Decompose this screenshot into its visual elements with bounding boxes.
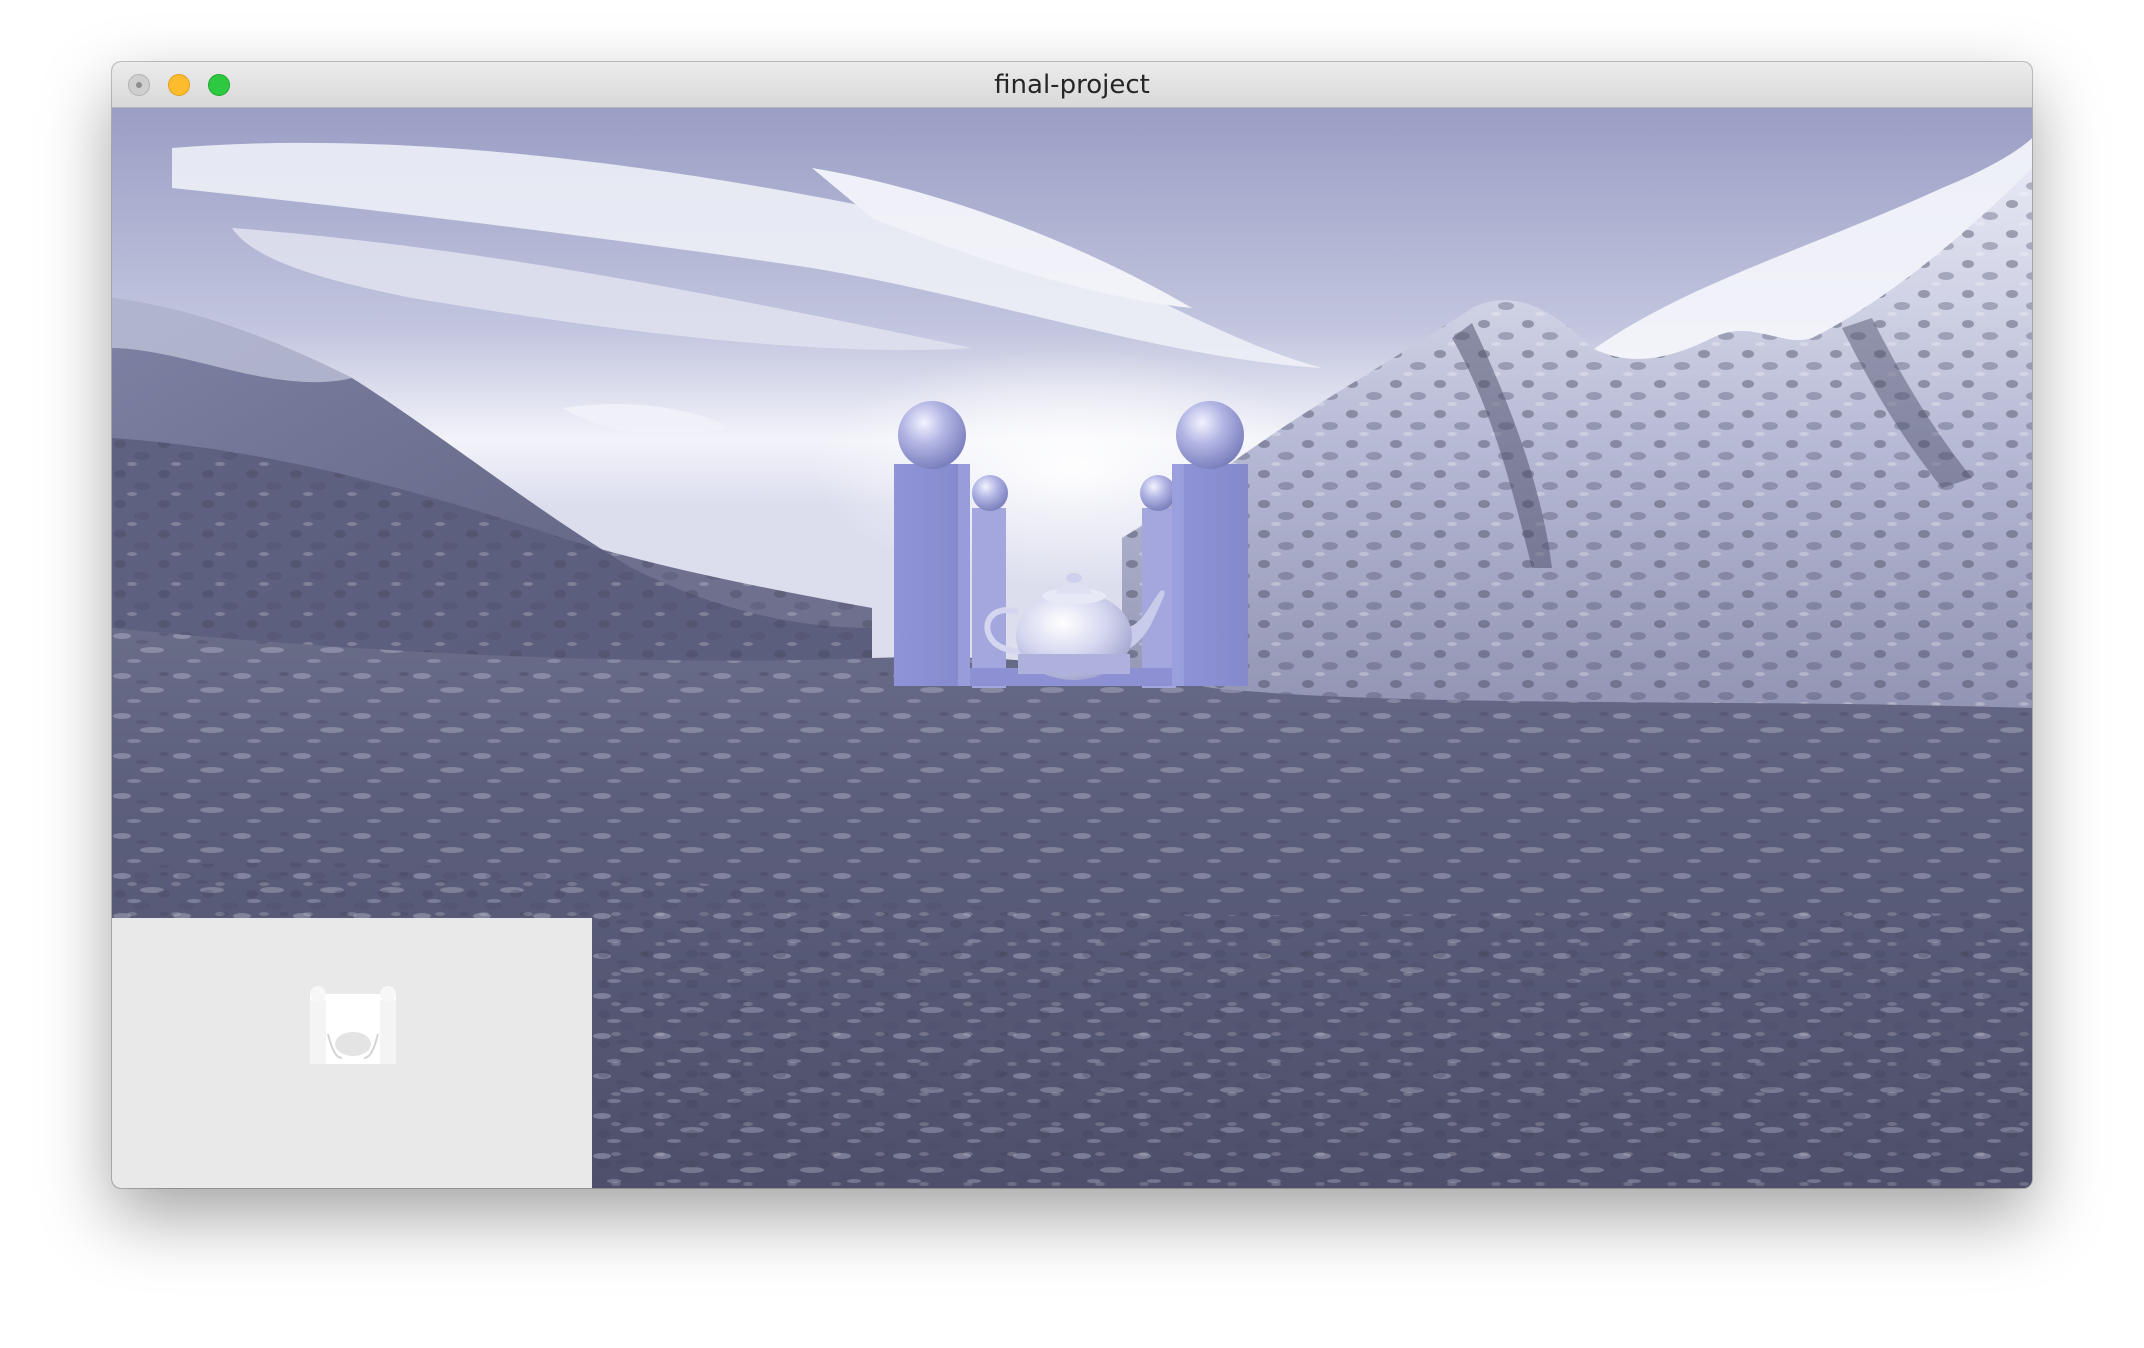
front-left-sphere [898, 401, 966, 469]
window-title: final-project [994, 70, 1150, 100]
minimap-render [310, 986, 396, 1064]
app-window: final-project [112, 62, 2032, 1188]
back-left-pillar [972, 508, 1006, 688]
back-left-sphere [972, 475, 1008, 511]
minimap-panel [112, 918, 592, 1188]
3d-scene-viewport[interactable] [112, 108, 2032, 1188]
front-right-sphere [1176, 401, 1244, 469]
back-right-sphere [1140, 475, 1176, 511]
minimap-structure [310, 986, 396, 1064]
title-bar[interactable]: final-project [112, 62, 2032, 108]
